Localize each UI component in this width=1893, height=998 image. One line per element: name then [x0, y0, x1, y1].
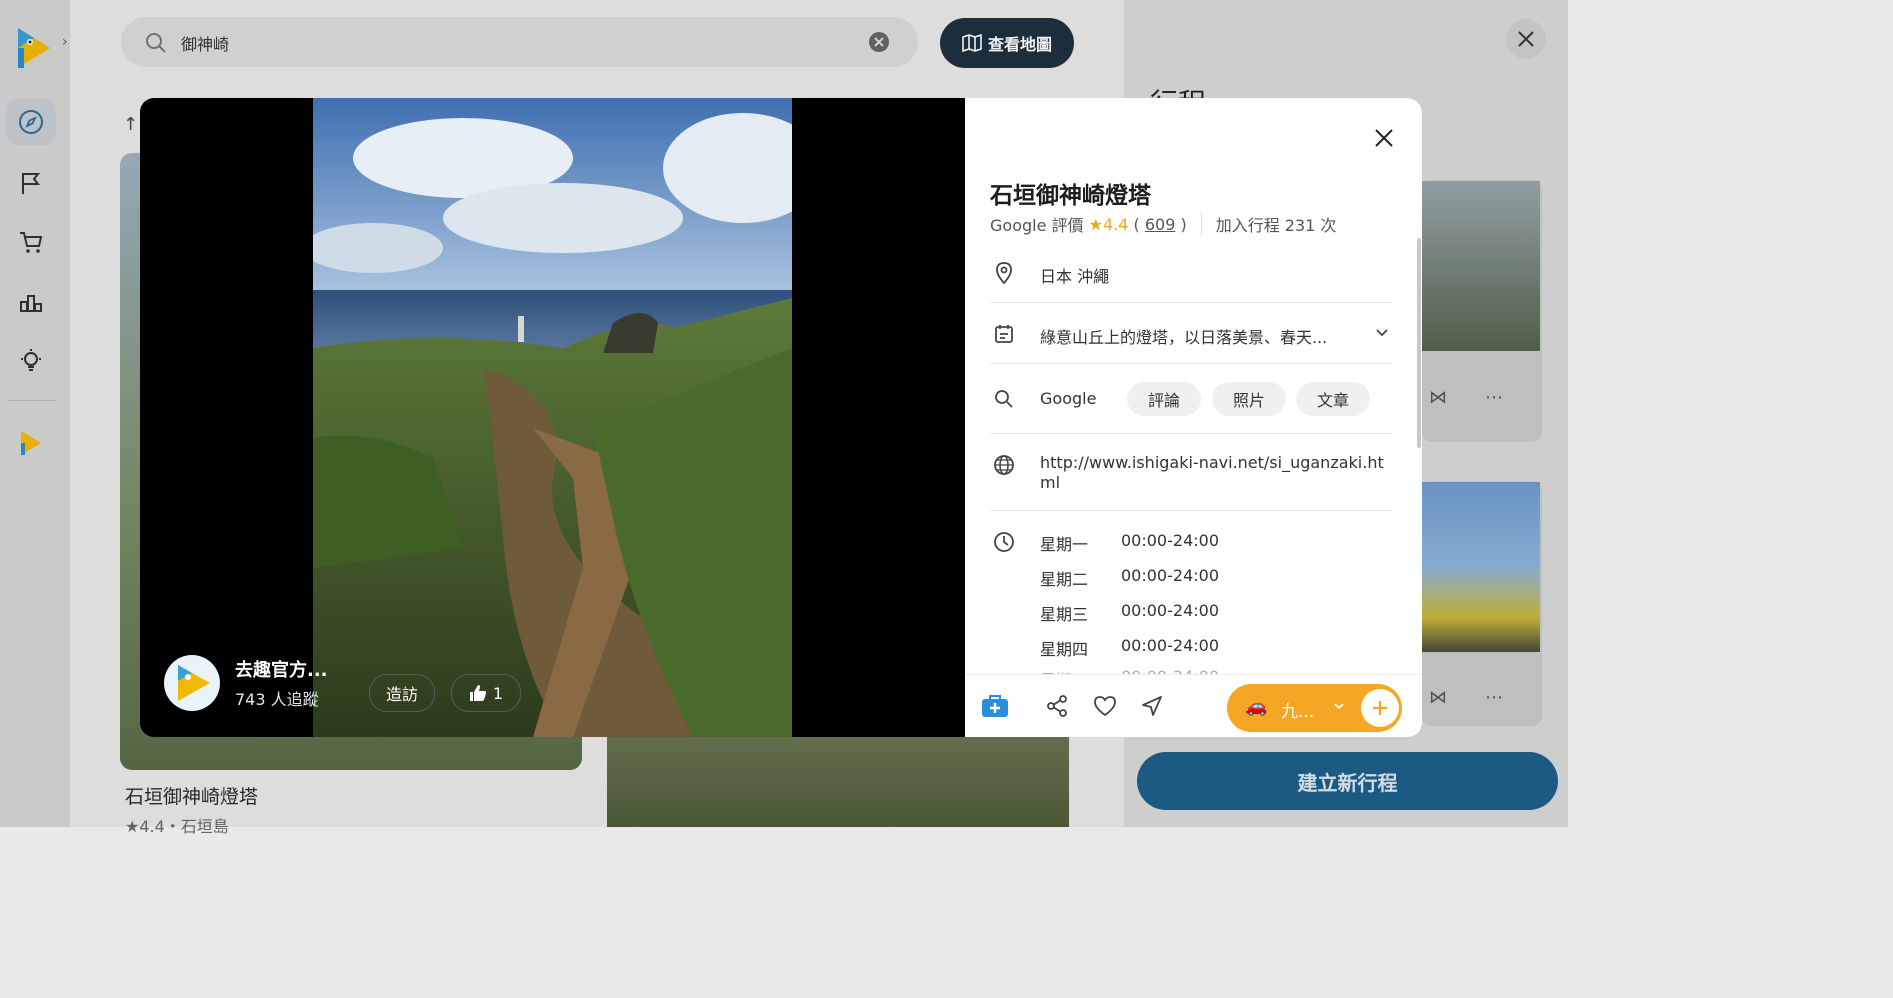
close-modal-button[interactable]: [1370, 124, 1398, 152]
rating-prefix: Google 評價: [990, 216, 1084, 235]
hours-time: 00:00-24:00: [1121, 636, 1219, 655]
place-info-panel: 石垣御神崎燈塔 Google 評價 ★ 4.4 ( 609 ) 加入行程 231…: [965, 98, 1422, 737]
hours-day: 星期三: [1040, 605, 1089, 624]
place-title: 石垣御神崎燈塔: [990, 183, 1151, 209]
paren-open: (: [1128, 214, 1145, 234]
hours-time: 00:00-24:00: [1121, 531, 1219, 550]
hours-day: 星期二: [1040, 570, 1089, 589]
like-button[interactable]: 1: [451, 674, 521, 712]
navigate-icon[interactable]: [1137, 691, 1167, 721]
hours-day: 星期四: [1040, 640, 1089, 659]
star-icon: ★: [1083, 214, 1103, 234]
chip-reviews[interactable]: 評論: [1127, 382, 1201, 416]
owner-name[interactable]: 去趣官方...: [235, 656, 328, 682]
search-icon: [991, 386, 1017, 412]
chevron-down-icon[interactable]: [1333, 696, 1345, 716]
visit-button[interactable]: 造訪: [369, 674, 435, 712]
place-photo[interactable]: [313, 98, 792, 737]
description-text[interactable]: 綠意山丘上的燈塔，以日落美景、春天...: [1040, 324, 1327, 348]
thumbs-up-icon: [469, 685, 486, 701]
trip-selector[interactable]: 🚗 九...: [1227, 684, 1402, 732]
paren-close: ): [1175, 214, 1187, 234]
owner-followers: 743 人追蹤: [235, 690, 319, 709]
rating-row: Google 評價 ★ 4.4 ( 609 ) 加入行程 231 次: [990, 212, 1336, 236]
car-icon: 🚗: [1245, 696, 1268, 717]
heart-icon[interactable]: [1090, 691, 1120, 721]
add-to-trip-button[interactable]: [1361, 689, 1399, 727]
brand-avatar-icon: [178, 665, 210, 701]
share-icon[interactable]: [1042, 691, 1072, 721]
divider: [990, 510, 1392, 511]
calendar-icon: [991, 321, 1017, 347]
divider: [990, 433, 1392, 434]
action-bar: 🚗 九...: [965, 674, 1422, 737]
hours-time: 00:00-24:00: [1121, 601, 1219, 620]
chip-articles[interactable]: 文章: [1296, 382, 1370, 416]
hours-day: 星期一: [1040, 535, 1089, 554]
website-link[interactable]: http://www.ishigaki-navi.net/si_uganzaki…: [1040, 453, 1392, 493]
review-count-link[interactable]: 609: [1145, 215, 1176, 234]
plus-icon: [1373, 701, 1387, 715]
trip-selector-label: 九...: [1281, 702, 1315, 722]
location-text: 日本 沖繩: [1040, 267, 1110, 286]
globe-icon: [991, 452, 1017, 478]
close-icon: [1375, 129, 1393, 147]
rating-separator: [1200, 213, 1202, 235]
visit-label: 造訪: [385, 685, 418, 704]
clock-icon: [991, 529, 1017, 555]
google-search-label: Google: [1040, 389, 1097, 408]
place-photo-modal: 去趣官方... 743 人追蹤 造訪 1 石垣御神崎燈塔 Google 評價 ★…: [140, 98, 1422, 737]
chevron-down-icon[interactable]: [1369, 320, 1395, 346]
info-scrollbar[interactable]: [1417, 238, 1421, 448]
divider: [990, 302, 1392, 303]
chip-photos[interactable]: 照片: [1212, 382, 1286, 416]
location-pin-icon: [991, 260, 1017, 286]
hours-time: 00:00-24:00: [1121, 566, 1219, 585]
added-count: 加入行程 231 次: [1215, 216, 1337, 235]
owner-avatar[interactable]: [164, 655, 220, 711]
add-to-collection-icon[interactable]: [980, 691, 1010, 721]
like-count: 1: [492, 683, 504, 703]
rating-score: 4.4: [1102, 214, 1129, 234]
divider: [990, 363, 1392, 364]
